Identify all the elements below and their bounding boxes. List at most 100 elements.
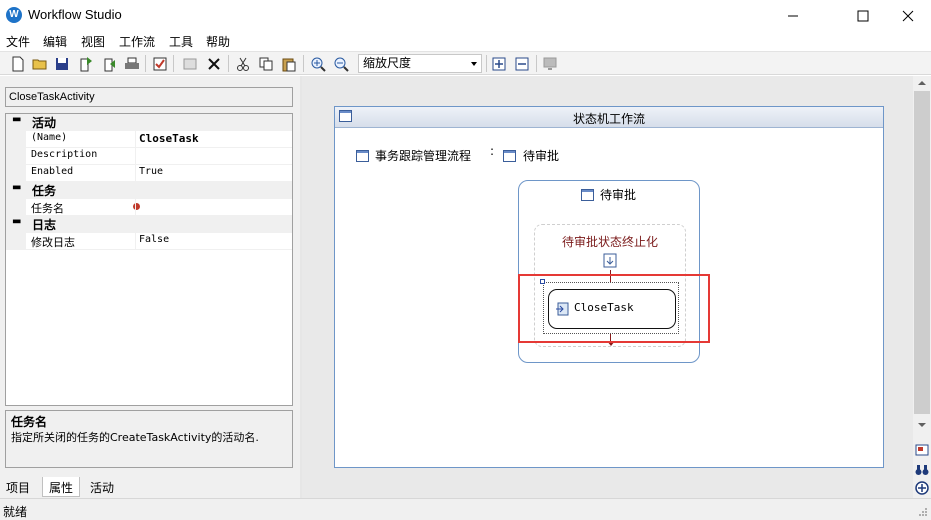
zoom-out-icon — [334, 57, 349, 72]
state-title: 待审批 — [600, 188, 637, 202]
property-row-description[interactable]: Description — [6, 148, 292, 165]
category-activity[interactable]: ▬ 活动 — [6, 114, 292, 131]
copy-button[interactable] — [257, 55, 275, 72]
activity-selector[interactable]: CloseTaskActivity — [5, 87, 293, 107]
breadcrumb-root[interactable]: 事务跟踪管理流程 — [375, 147, 471, 164]
property-key: (Name) — [31, 132, 68, 143]
category-label: 日志 — [32, 218, 57, 232]
zoom-in-icon — [311, 57, 326, 72]
document-import-icon — [104, 58, 115, 71]
cut-scissors-icon — [237, 57, 249, 71]
validate-button[interactable] — [151, 55, 169, 72]
category-label: 活动 — [32, 116, 57, 130]
cut-button[interactable] — [234, 55, 252, 72]
collapse-toggle-icon[interactable]: ▬ — [12, 114, 21, 125]
menu-view[interactable]: 视图 — [81, 33, 105, 50]
zoom-out-button[interactable] — [332, 55, 350, 72]
delete-button[interactable] — [205, 55, 223, 72]
pan-navigate-icon[interactable] — [914, 480, 930, 496]
zoom-scale-select[interactable]: 缩放尺度 — [358, 54, 482, 73]
scroll-up-icon[interactable] — [918, 81, 926, 85]
binoculars-icon[interactable] — [914, 462, 930, 478]
properties-panel: CloseTaskActivity ▬ 活动 (Name) CloseTask … — [0, 76, 300, 498]
document-export-icon — [80, 56, 92, 71]
menu-edit[interactable]: 编辑 — [43, 33, 67, 50]
toolbar-separator — [486, 55, 487, 72]
print-preview-icon[interactable] — [914, 442, 930, 458]
save-icon — [56, 57, 68, 70]
scrollbar-thumb[interactable] — [914, 91, 930, 414]
import-button[interactable] — [100, 55, 118, 72]
app-logo-icon: W — [6, 7, 22, 23]
property-row-name[interactable]: (Name) CloseTask — [6, 131, 292, 148]
collapse-button[interactable] — [513, 55, 531, 72]
property-value: False — [139, 234, 170, 245]
delete-x-icon — [208, 57, 220, 70]
status-text: 就绪 — [3, 505, 28, 519]
menu-bar: 文件 编辑 视图 工作流 工具 帮助 — [0, 31, 931, 51]
maximize-icon — [857, 10, 869, 21]
category-label: 任务 — [32, 184, 57, 198]
toolbar-separator — [536, 55, 537, 72]
toolbar-separator — [145, 55, 146, 72]
menu-workflow[interactable]: 工作流 — [119, 33, 155, 50]
description-text: 指定所关闭的任务的CreateTaskActivity的活动名. — [11, 431, 259, 444]
paste-button[interactable] — [280, 55, 298, 72]
state-icon — [503, 150, 516, 162]
window-title: Workflow Studio — [28, 7, 122, 22]
monitor-icon — [543, 57, 557, 70]
print-button[interactable] — [123, 55, 141, 72]
property-key: 任务名 — [31, 202, 64, 215]
title-bar: W Workflow Studio — [0, 0, 931, 31]
new-button[interactable] — [9, 55, 27, 72]
minimize-icon — [788, 15, 798, 16]
menu-help[interactable]: 帮助 — [206, 33, 230, 50]
copy-icon — [259, 57, 273, 70]
close-button[interactable] — [885, 0, 931, 31]
close-icon — [902, 10, 914, 21]
tab-project[interactable]: 项目 — [0, 477, 36, 497]
zoom-in-button[interactable] — [309, 55, 327, 72]
resize-grip-icon[interactable] — [918, 507, 928, 517]
scroll-down-icon[interactable] — [918, 423, 926, 427]
property-key: 修改日志 — [31, 236, 75, 249]
property-row-task-name[interactable]: 任务名 — [6, 199, 292, 216]
category-log[interactable]: ▬ 日志 — [6, 216, 292, 233]
maximize-button[interactable] — [840, 0, 886, 31]
property-row-modify-log[interactable]: 修改日志 False — [6, 233, 292, 250]
state-icon — [356, 150, 369, 162]
properties-button[interactable] — [181, 55, 199, 72]
category-task[interactable]: ▬ 任务 — [6, 182, 292, 199]
chevron-down-icon — [471, 62, 477, 66]
menu-tools[interactable]: 工具 — [169, 33, 193, 50]
tab-activities[interactable]: 活动 — [84, 477, 120, 497]
print-preview-button[interactable] — [541, 55, 559, 72]
expand-plus-icon — [492, 57, 506, 70]
open-button[interactable] — [31, 55, 49, 72]
collapse-minus-icon — [515, 57, 529, 70]
collapse-toggle-icon[interactable]: ▬ — [12, 182, 21, 193]
menu-file[interactable]: 文件 — [6, 33, 30, 50]
expand-button[interactable] — [490, 55, 508, 72]
workflow-title: 状态机工作流 — [572, 112, 645, 126]
checklist-icon — [153, 57, 167, 70]
property-row-enabled[interactable]: Enabled True — [6, 165, 292, 182]
breadcrumb-separator: : — [490, 144, 495, 158]
property-grid: ▬ 活动 (Name) CloseTask Description Enable… — [5, 113, 293, 406]
zoom-scale-value: 缩放尺度 — [363, 56, 412, 70]
finalization-label: 待审批状态终止化 — [561, 235, 658, 249]
toolbar-separator — [173, 55, 174, 72]
designer-scrollbar[interactable] — [913, 76, 931, 498]
paste-clipboard-icon — [282, 58, 296, 71]
tab-properties[interactable]: 属性 — [42, 477, 81, 497]
export-button[interactable] — [77, 55, 95, 72]
save-button[interactable] — [53, 55, 71, 72]
breadcrumb-current[interactable]: 待审批 — [523, 147, 559, 164]
property-description: 任务名 指定所关闭的任务的CreateTaskActivity的活动名. — [5, 410, 293, 468]
collapse-toggle-icon[interactable]: ▬ — [12, 216, 21, 227]
property-key: Enabled — [31, 166, 74, 177]
status-bar: 就绪 — [0, 498, 931, 520]
property-value: CloseTask — [139, 132, 199, 145]
toolbar-separator — [228, 55, 229, 72]
minimize-button[interactable] — [770, 0, 816, 31]
